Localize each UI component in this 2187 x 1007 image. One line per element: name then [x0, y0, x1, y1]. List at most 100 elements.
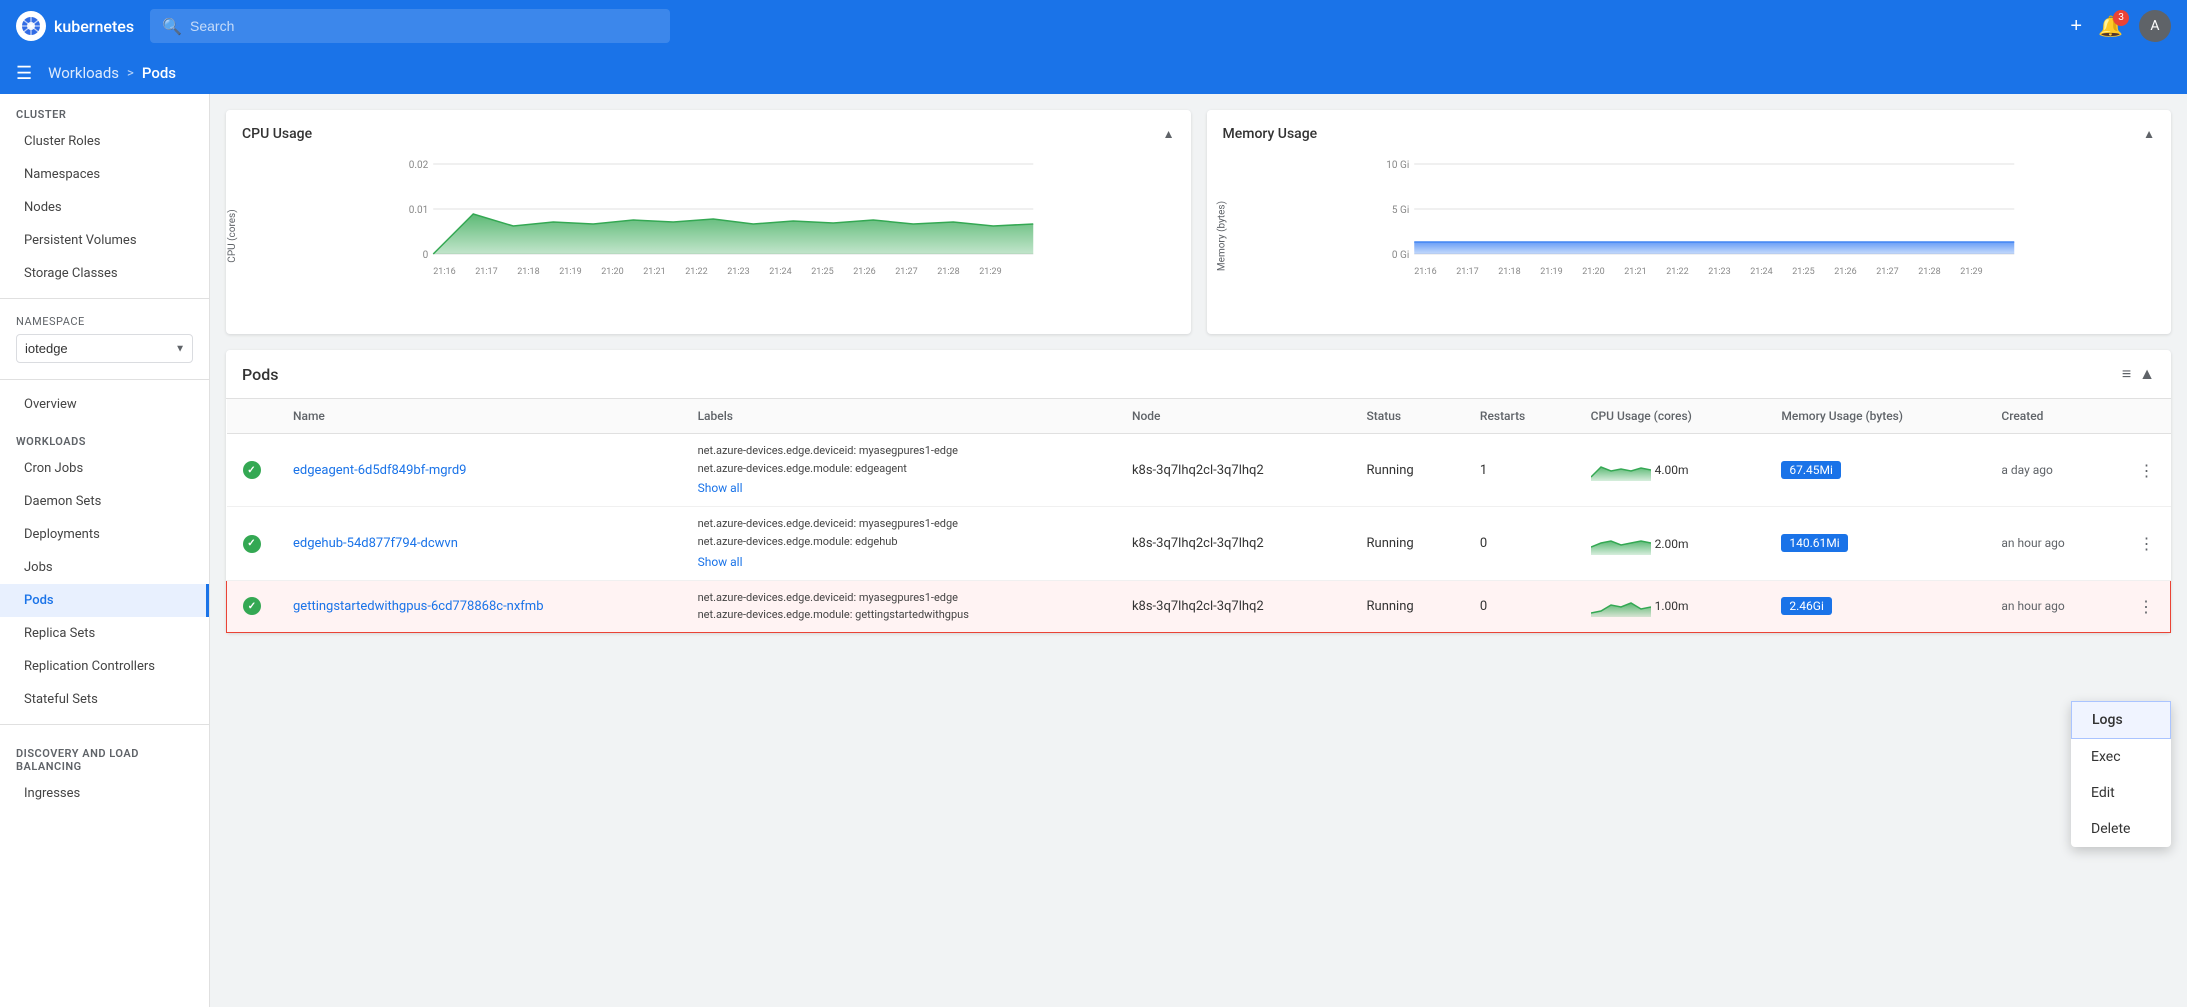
pod-labels: net.azure-devices.edge.deviceid: myasegp… — [698, 442, 1100, 498]
pod-restarts: 0 — [1480, 536, 1487, 551]
context-menu-delete[interactable]: Delete — [2071, 811, 2171, 847]
pod-labels-cell: net.azure-devices.edge.deviceid: myasegp… — [682, 580, 1116, 632]
pod-restarts: 0 — [1480, 599, 1487, 614]
cpu-chart-collapse[interactable]: ▲ — [1163, 127, 1175, 141]
app-name: kubernetes — [54, 17, 134, 36]
col-memory-header: Memory Usage (bytes) — [1765, 399, 1985, 434]
sidebar-item-persistent-volumes[interactable]: Persistent Volumes — [0, 224, 209, 257]
sidebar-item-nodes[interactable]: Nodes — [0, 191, 209, 224]
breadcrumb-workloads[interactable]: Workloads — [48, 64, 119, 82]
memory-chart-collapse[interactable]: ▲ — [2143, 127, 2155, 141]
show-all-labels[interactable]: Show all — [698, 479, 1100, 498]
namespace-select[interactable]: iotedge — [16, 334, 193, 363]
workloads-section-header: Workloads — [0, 421, 209, 452]
svg-text:21:29: 21:29 — [1960, 267, 1982, 277]
sidebar-item-pods[interactable]: Pods — [0, 584, 209, 617]
pod-link[interactable]: edgeagent-6d5df849bf-mgrd9 — [293, 463, 466, 478]
svg-text:5 Gi: 5 Gi — [1391, 205, 1408, 216]
context-menu-edit[interactable]: Edit — [2071, 775, 2171, 811]
sidebar-item-namespaces[interactable]: Namespaces — [0, 158, 209, 191]
add-button[interactable]: + — [2070, 15, 2082, 38]
cpu-bar: 4.00m — [1591, 459, 1750, 481]
search-bar[interactable]: 🔍 — [150, 9, 670, 43]
pod-restarts-cell: 0 — [1464, 580, 1575, 632]
collapse-pods-icon[interactable]: ▲ — [2139, 364, 2155, 384]
sidebar-item-deployments[interactable]: Deployments — [0, 518, 209, 551]
more-actions-icon[interactable]: ⋮ — [2139, 461, 2155, 480]
svg-text:21:28: 21:28 — [1918, 267, 1940, 277]
pod-node-cell: k8s-3q7lhq2cl-3q7lhq2 — [1116, 434, 1351, 507]
sidebar-item-cron-jobs[interactable]: Cron Jobs — [0, 452, 209, 485]
namespace-label: Namespace — [16, 315, 193, 328]
pod-status-text: Running — [1367, 599, 1414, 614]
pod-status-text: Running — [1367, 536, 1414, 551]
svg-text:21:25: 21:25 — [811, 267, 833, 277]
running-icon — [243, 535, 261, 553]
memory-badge: 67.45Mi — [1781, 461, 1841, 479]
col-status-header — [227, 399, 278, 434]
context-menu-exec[interactable]: Exec — [2071, 739, 2171, 775]
discovery-section-header: Discovery and Load Balancing — [0, 733, 209, 777]
pod-labels: net.azure-devices.edge.deviceid: myasegp… — [698, 589, 1100, 624]
context-menu-logs[interactable]: Logs — [2071, 701, 2171, 739]
show-all-labels[interactable]: Show all — [698, 553, 1100, 572]
more-actions-icon[interactable]: ⋮ — [2139, 534, 2155, 553]
pod-link[interactable]: gettingstartedwithgpus-6cd778868c-nxfmb — [293, 599, 544, 614]
svg-text:21:28: 21:28 — [937, 267, 959, 277]
svg-text:21:17: 21:17 — [1456, 267, 1478, 277]
svg-text:0 Gi: 0 Gi — [1391, 250, 1408, 261]
sidebar-item-overview[interactable]: Overview — [0, 388, 209, 421]
label-item: net.azure-devices.edge.module: edgeagent — [698, 460, 1100, 478]
search-icon: 🔍 — [162, 17, 182, 36]
pod-created: an hour ago — [2001, 599, 2064, 613]
top-navigation: kubernetes 🔍 + 🔔 3 A — [0, 0, 2187, 52]
notifications-button[interactable]: 🔔 3 — [2098, 14, 2123, 39]
svg-text:21:26: 21:26 — [1834, 267, 1856, 277]
svg-text:21:16: 21:16 — [1414, 267, 1436, 277]
pod-labels-cell: net.azure-devices.edge.deviceid: myasegp… — [682, 507, 1116, 580]
sidebar-item-ingresses[interactable]: Ingresses — [0, 777, 209, 810]
col-created-header: Created — [1985, 399, 2122, 434]
menu-icon[interactable]: ☰ — [16, 63, 32, 84]
cpu-y-label: CPU (cores) — [227, 209, 238, 262]
search-input[interactable] — [190, 18, 658, 34]
avatar[interactable]: A — [2139, 10, 2171, 42]
pod-name-cell: edgehub-54d877f794-dcwvn — [277, 507, 682, 580]
sidebar-item-replication-controllers[interactable]: Replication Controllers — [0, 650, 209, 683]
svg-text:21:23: 21:23 — [1708, 267, 1730, 277]
cpu-mini-chart — [1591, 533, 1651, 555]
cpu-chart-card: CPU Usage ▲ CPU (cores) 0.02 0.01 0 — [226, 110, 1191, 334]
pod-memory-cell: 67.45Mi — [1765, 434, 1985, 507]
pod-cpu-cell: 1.00m — [1575, 580, 1766, 632]
namespace-section: Namespace iotedge — [0, 307, 209, 371]
svg-text:10 Gi: 10 Gi — [1386, 160, 1409, 171]
sidebar-item-replica-sets[interactable]: Replica Sets — [0, 617, 209, 650]
pod-actions-cell[interactable]: ⋮ — [2122, 434, 2171, 507]
pod-link[interactable]: edgehub-54d877f794-dcwvn — [293, 536, 458, 551]
sidebar-item-cluster-roles[interactable]: Cluster Roles — [0, 125, 209, 158]
label-item: net.azure-devices.edge.deviceid: myasegp… — [698, 589, 1100, 607]
nav-actions: + 🔔 3 A — [2070, 10, 2171, 42]
pod-actions-cell[interactable]: ⋮ — [2122, 507, 2171, 580]
svg-text:21:24: 21:24 — [1750, 267, 1772, 277]
label-item: net.azure-devices.edge.module: gettingst… — [698, 606, 1100, 624]
sidebar-item-storage-classes[interactable]: Storage Classes — [0, 257, 209, 290]
svg-text:21:18: 21:18 — [1498, 267, 1520, 277]
breadcrumb-separator: > — [127, 66, 134, 81]
col-actions-header — [2122, 399, 2171, 434]
pod-status-icon — [227, 434, 278, 507]
breadcrumb-pods: Pods — [142, 64, 176, 82]
more-actions-icon[interactable]: ⋮ — [2138, 597, 2154, 616]
svg-text:21:22: 21:22 — [685, 267, 707, 277]
filter-icon[interactable]: ≡ — [2122, 364, 2131, 384]
pods-table: Name Labels Node Status Restarts CPU Usa… — [226, 399, 2171, 633]
sidebar-item-daemon-sets[interactable]: Daemon Sets — [0, 485, 209, 518]
sidebar-item-jobs[interactable]: Jobs — [0, 551, 209, 584]
sidebar: Cluster Cluster Roles Namespaces Nodes P… — [0, 94, 210, 1007]
pod-name-cell: gettingstartedwithgpus-6cd778868c-nxfmb — [277, 580, 682, 632]
sidebar-item-stateful-sets[interactable]: Stateful Sets — [0, 683, 209, 716]
pod-memory-cell: 140.61Mi — [1765, 507, 1985, 580]
cpu-bar: 2.00m — [1591, 533, 1750, 555]
pod-actions-cell[interactable]: ⋮ — [2122, 580, 2171, 632]
pod-node-cell: k8s-3q7lhq2cl-3q7lhq2 — [1116, 507, 1351, 580]
